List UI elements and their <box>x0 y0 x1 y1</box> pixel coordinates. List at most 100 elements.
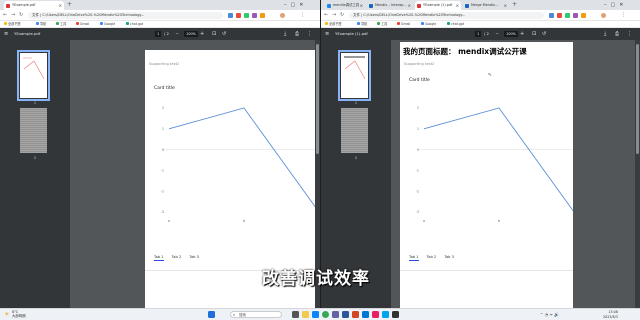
tab-3[interactable]: Tab 3 <box>189 255 199 260</box>
bookmark-item[interactable]: 全部书签 <box>4 21 21 28</box>
extension-icon[interactable] <box>228 12 233 18</box>
close-icon[interactable]: × <box>408 1 411 10</box>
app-icon[interactable] <box>392 311 399 318</box>
tab-1[interactable]: Tab 1 <box>409 255 419 261</box>
url-input[interactable]: 文件 | C:/Users/DELL/OneDrive%20-%20Mendix… <box>28 12 223 19</box>
file-explorer-icon[interactable] <box>302 311 309 318</box>
y-tick-label: -3 <box>416 210 419 214</box>
rotate-icon[interactable]: ↺ <box>542 28 546 40</box>
scrollbar[interactable] <box>635 40 640 308</box>
page-number-input[interactable]: 1 <box>475 31 482 37</box>
avatar[interactable] <box>280 12 285 18</box>
zoom-input[interactable]: 100% <box>184 31 199 37</box>
teams-icon[interactable] <box>332 311 339 318</box>
menu-icon[interactable]: ≡ <box>325 28 329 40</box>
bookmark-item[interactable]: 全部书签 <box>325 21 342 28</box>
pdf-page: 我的页面标题： mendix调试公开课 Supporting text2 Car… <box>400 42 573 308</box>
tab-mendix-interap[interactable]: Mendix – Interap... × <box>367 1 413 10</box>
forward-icon[interactable]: → <box>332 10 336 21</box>
rotate-icon[interactable]: ↺ <box>222 28 226 40</box>
close-icon[interactable]: × <box>59 1 62 10</box>
start-icon[interactable] <box>208 311 215 318</box>
window-controls[interactable]: –▢✕ <box>604 0 627 10</box>
extension-icon[interactable] <box>573 12 578 18</box>
zoom-in-icon[interactable]: + <box>200 28 204 40</box>
page-thumbnail-1[interactable] <box>338 50 371 101</box>
extension-icon[interactable] <box>244 12 249 18</box>
tab-2[interactable]: Tab 2 <box>427 255 437 260</box>
reload-icon[interactable]: ↻ <box>19 10 23 21</box>
new-tab-button[interactable]: + <box>67 1 72 9</box>
tab-3[interactable]: Tab 3 <box>444 255 454 260</box>
tab-yexample-1[interactable]: YExample (1).pdf × <box>415 1 461 10</box>
bookmark-item[interactable]: 导航 <box>36 21 46 28</box>
zoom-in-icon[interactable]: + <box>520 28 524 40</box>
edge-icon[interactable] <box>312 311 319 318</box>
extension-icon[interactable] <box>549 12 554 18</box>
page-thumbnail-2[interactable] <box>341 108 368 153</box>
zoom-out-icon[interactable]: – <box>496 28 499 40</box>
series-line <box>423 107 573 212</box>
app-icon[interactable] <box>382 311 389 318</box>
bookmark-item[interactable]: 导航 <box>357 21 367 28</box>
extension-icon[interactable] <box>260 12 265 18</box>
tab-yexample[interactable]: YExample.pdf × <box>4 1 64 10</box>
task-view-icon[interactable] <box>292 311 299 318</box>
app-icon[interactable] <box>372 311 379 318</box>
page-thumbnail-2[interactable] <box>20 108 47 153</box>
close-icon[interactable]: × <box>456 1 459 10</box>
bookmark-item[interactable]: Gmail <box>76 21 89 28</box>
clock[interactable]: 13:08 2023/8/3 <box>603 310 618 319</box>
download-icon[interactable]: ⤓ <box>604 28 606 40</box>
back-icon[interactable]: ← <box>324 10 328 21</box>
taskbar-search[interactable]: ⌕ 搜索 <box>230 311 282 318</box>
window-controls[interactable]: –▢✕ <box>284 0 307 10</box>
mendix-studio-icon[interactable] <box>362 311 369 318</box>
bookmark-item[interactable]: 工具 <box>377 21 387 28</box>
powerpoint-icon[interactable] <box>352 311 359 318</box>
extension-icon[interactable] <box>565 12 570 18</box>
bookmark-item[interactable]: Google <box>421 21 436 28</box>
tray-icons[interactable]: ⌃ ◔ ᯤ 🔊 <box>540 312 559 318</box>
weather-desc[interactable]: 大部晴朗 <box>12 314 26 318</box>
reload-icon[interactable]: ↻ <box>340 10 344 21</box>
bookmark-item[interactable]: chat.gpt <box>447 21 464 28</box>
close-icon[interactable]: × <box>504 1 507 10</box>
zoom-input[interactable]: 100% <box>504 31 519 37</box>
page-number-input[interactable]: 1 <box>155 31 162 37</box>
menu-icon[interactable]: ⋮ <box>300 10 305 21</box>
word-icon[interactable] <box>342 311 349 318</box>
new-tab-button[interactable]: + <box>512 1 517 9</box>
bookmark-label: Gmail <box>401 22 411 26</box>
pdf-toolbar: ≡ YExample.pdf 1 / 2 – 100% + ⊡ ↺ ⤓ ⎙ ⋮ <box>0 28 320 40</box>
tab-1[interactable]: Tab 1 <box>154 255 164 261</box>
tab-2[interactable]: Tab 2 <box>172 255 182 260</box>
fit-page-icon[interactable]: ⊡ <box>532 28 536 40</box>
extension-icon[interactable] <box>252 12 257 18</box>
menu-icon[interactable]: ⋮ <box>621 10 626 21</box>
menu-icon[interactable]: ≡ <box>4 28 8 40</box>
zoom-out-icon[interactable]: – <box>176 28 179 40</box>
print-icon[interactable]: ⎙ <box>295 28 299 40</box>
tab-merge-mendix[interactable]: Merge Mendix... × <box>463 1 509 10</box>
extension-icon[interactable] <box>557 12 562 18</box>
more-icon[interactable]: ⋮ <box>307 28 312 40</box>
avatar[interactable] <box>601 12 606 18</box>
chrome-icon[interactable] <box>322 311 329 318</box>
bookmark-item[interactable]: 工具 <box>56 21 66 28</box>
close-icon[interactable]: × <box>360 1 363 10</box>
extension-icon[interactable] <box>581 12 586 18</box>
download-icon[interactable]: ⤓ <box>284 28 286 40</box>
bookmark-item[interactable]: Gmail <box>397 21 410 28</box>
tab-mendix-debug[interactable]: mendix调试工具 × <box>325 1 365 10</box>
forward-icon[interactable]: → <box>11 10 15 21</box>
extension-icon[interactable] <box>236 12 241 18</box>
print-icon[interactable]: ⎙ <box>615 28 619 40</box>
bookmark-item[interactable]: chat.gpt <box>126 21 143 28</box>
bookmark-item[interactable]: Google <box>100 21 115 28</box>
url-input[interactable]: 文件 | C:/Users/DELL/OneDrive%20-%20Mendix… <box>349 12 544 19</box>
fit-page-icon[interactable]: ⊡ <box>212 28 216 40</box>
back-icon[interactable]: ← <box>3 10 7 21</box>
more-icon[interactable]: ⋮ <box>627 28 632 40</box>
page-thumbnail-1[interactable] <box>17 50 50 101</box>
